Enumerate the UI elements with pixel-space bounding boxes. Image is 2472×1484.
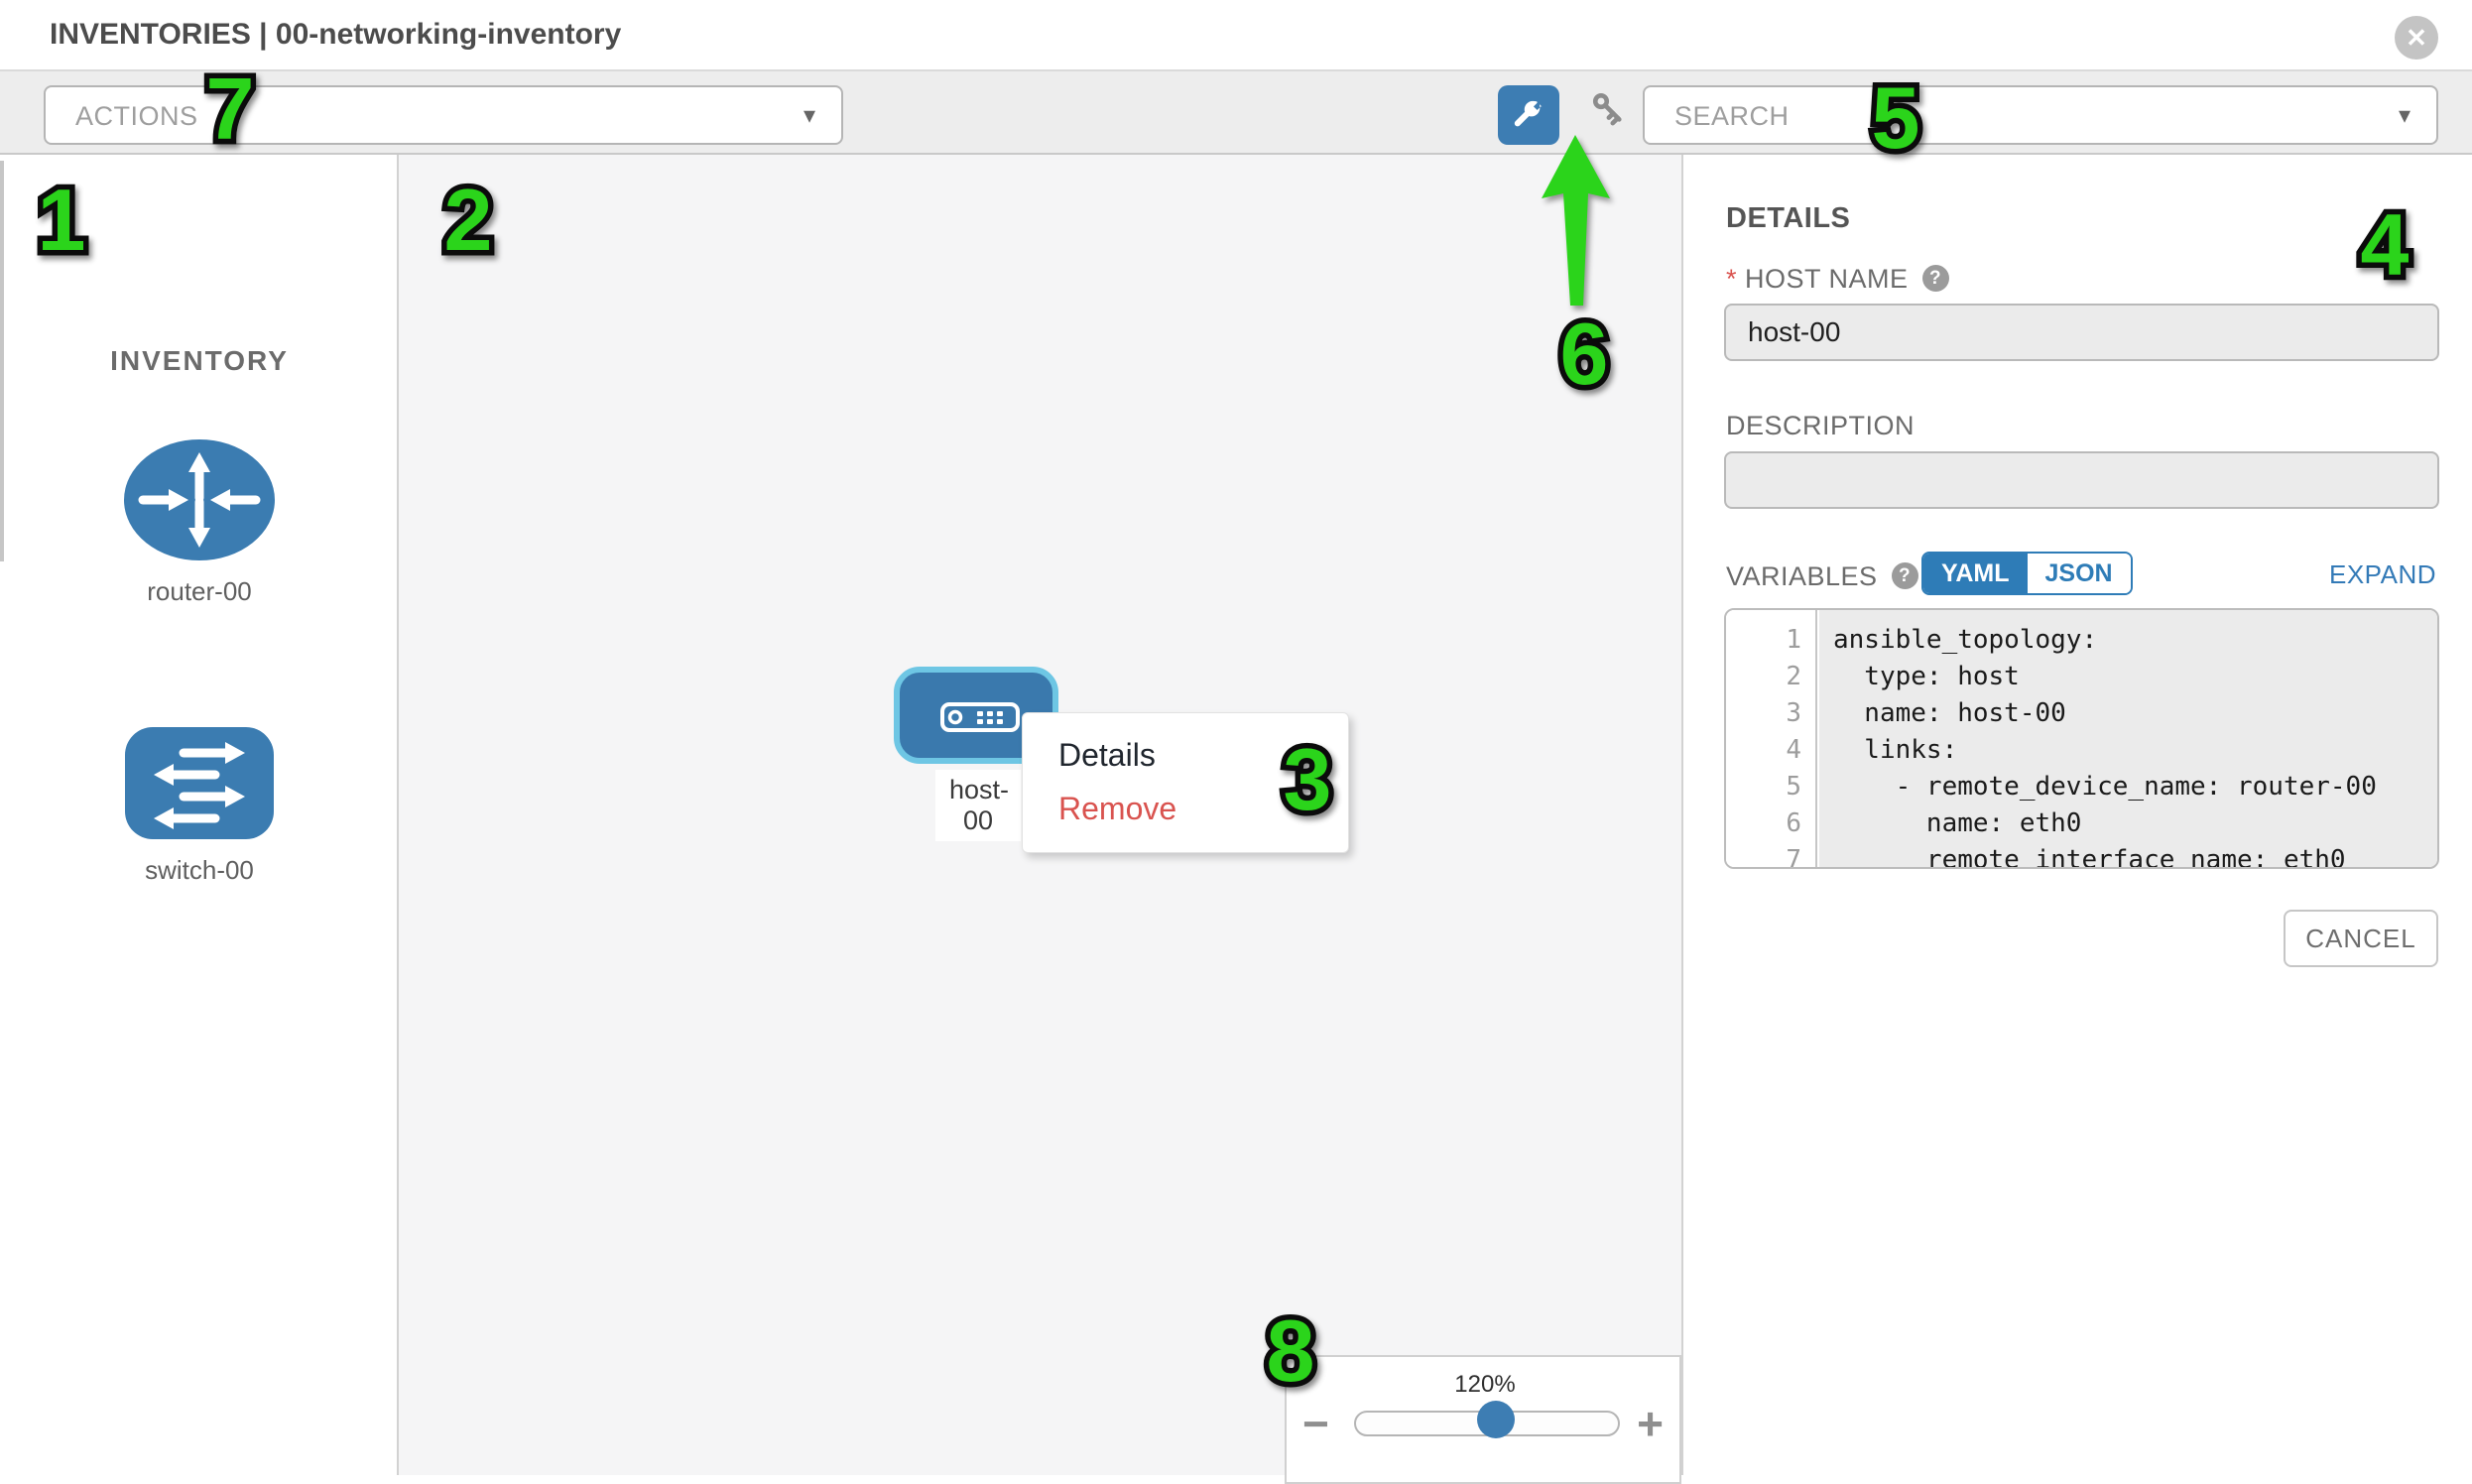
sidebar-item-router[interactable]: router-00: [0, 438, 399, 607]
context-menu-item-remove[interactable]: Remove: [1058, 791, 1176, 827]
code-line: 4 links:: [1726, 732, 2437, 769]
code-rows: 1ansible_topology: 2 type: host 3 name: …: [1726, 622, 2437, 869]
code-line: 7 remote_interface_name: eth0: [1726, 842, 2437, 869]
switch-icon: [124, 827, 275, 844]
close-icon[interactable]: [2395, 16, 2438, 60]
zoom-in-button[interactable]: +: [1637, 1397, 1664, 1450]
host-name-field[interactable]: [1724, 304, 2439, 361]
description-label-row: DESCRIPTION: [1726, 411, 1915, 441]
variables-format-toggle: YAML JSON: [1921, 552, 2133, 595]
required-asterisk: *: [1726, 264, 1737, 294]
zoom-level: 120%: [1287, 1371, 1683, 1399]
host-node-label: host-00: [935, 770, 1021, 841]
variables-code-editor[interactable]: 1ansible_topology: 2 type: host 3 name: …: [1724, 608, 2439, 869]
host-name-label-row: * HOST NAME: [1726, 264, 1949, 295]
key-icon: [1577, 126, 1625, 143]
inventory-sidebar: INVENTORY router-00: [0, 155, 399, 1475]
context-menu: Details Remove: [1022, 712, 1349, 853]
variables-label-row: VARIABLES: [1726, 561, 1918, 592]
sidebar-item-label: switch-00: [0, 855, 399, 886]
chevron-down-icon: ▾: [803, 101, 815, 130]
help-icon[interactable]: [1922, 265, 1949, 292]
host-name-label: HOST NAME: [1745, 264, 1909, 294]
code-line: 1ansible_topology:: [1726, 622, 2437, 659]
cancel-button[interactable]: CANCEL: [2284, 910, 2438, 967]
zoom-out-button[interactable]: −: [1302, 1397, 1329, 1450]
app-header: INVENTORIES | 00-networking-inventory: [0, 0, 2472, 69]
details-panel: DETAILS * HOST NAME DESCRIPTION VARIABLES…: [1681, 155, 2472, 1475]
sidebar-item-switch[interactable]: switch-00: [0, 726, 399, 886]
code-line: 2 type: host: [1726, 659, 2437, 695]
actions-dropdown[interactable]: ACTIONS ▾: [44, 85, 843, 145]
code-line: 6 name: eth0: [1726, 805, 2437, 842]
tools-button[interactable]: [1498, 85, 1559, 145]
key-button[interactable]: [1577, 93, 1625, 139]
json-toggle-button[interactable]: JSON: [2028, 554, 2131, 593]
expand-link[interactable]: EXPAND: [2329, 559, 2436, 590]
help-icon[interactable]: [1892, 562, 1918, 589]
actions-dropdown-label: ACTIONS: [75, 101, 198, 132]
search-dropdown-label: SEARCH: [1674, 101, 1790, 132]
zoom-slider-handle[interactable]: [1477, 1401, 1515, 1438]
chevron-down-icon: ▾: [2399, 101, 2410, 130]
variables-label: VARIABLES: [1726, 561, 1878, 591]
details-panel-title: DETAILS: [1726, 202, 1850, 235]
toolbar: ACTIONS ▾ SEARCH ▾: [0, 69, 2472, 155]
search-dropdown[interactable]: SEARCH ▾: [1643, 85, 2438, 145]
router-icon: [123, 549, 276, 565]
code-line: 3 name: host-00: [1726, 695, 2437, 732]
yaml-toggle-button[interactable]: YAML: [1923, 554, 2028, 593]
zoom-control: 120% − +: [1285, 1355, 1681, 1484]
topology-canvas[interactable]: host-00 Details Remove 120% − +: [399, 155, 1681, 1475]
sidebar-title: INVENTORY: [0, 345, 399, 377]
sidebar-item-label: router-00: [0, 576, 399, 607]
description-label: DESCRIPTION: [1726, 411, 1915, 440]
description-field[interactable]: [1724, 451, 2439, 509]
code-line: 5 - remote_device_name: router-00: [1726, 769, 2437, 805]
page-title: INVENTORIES | 00-networking-inventory: [50, 18, 621, 52]
context-menu-item-details[interactable]: Details: [1058, 737, 1156, 774]
